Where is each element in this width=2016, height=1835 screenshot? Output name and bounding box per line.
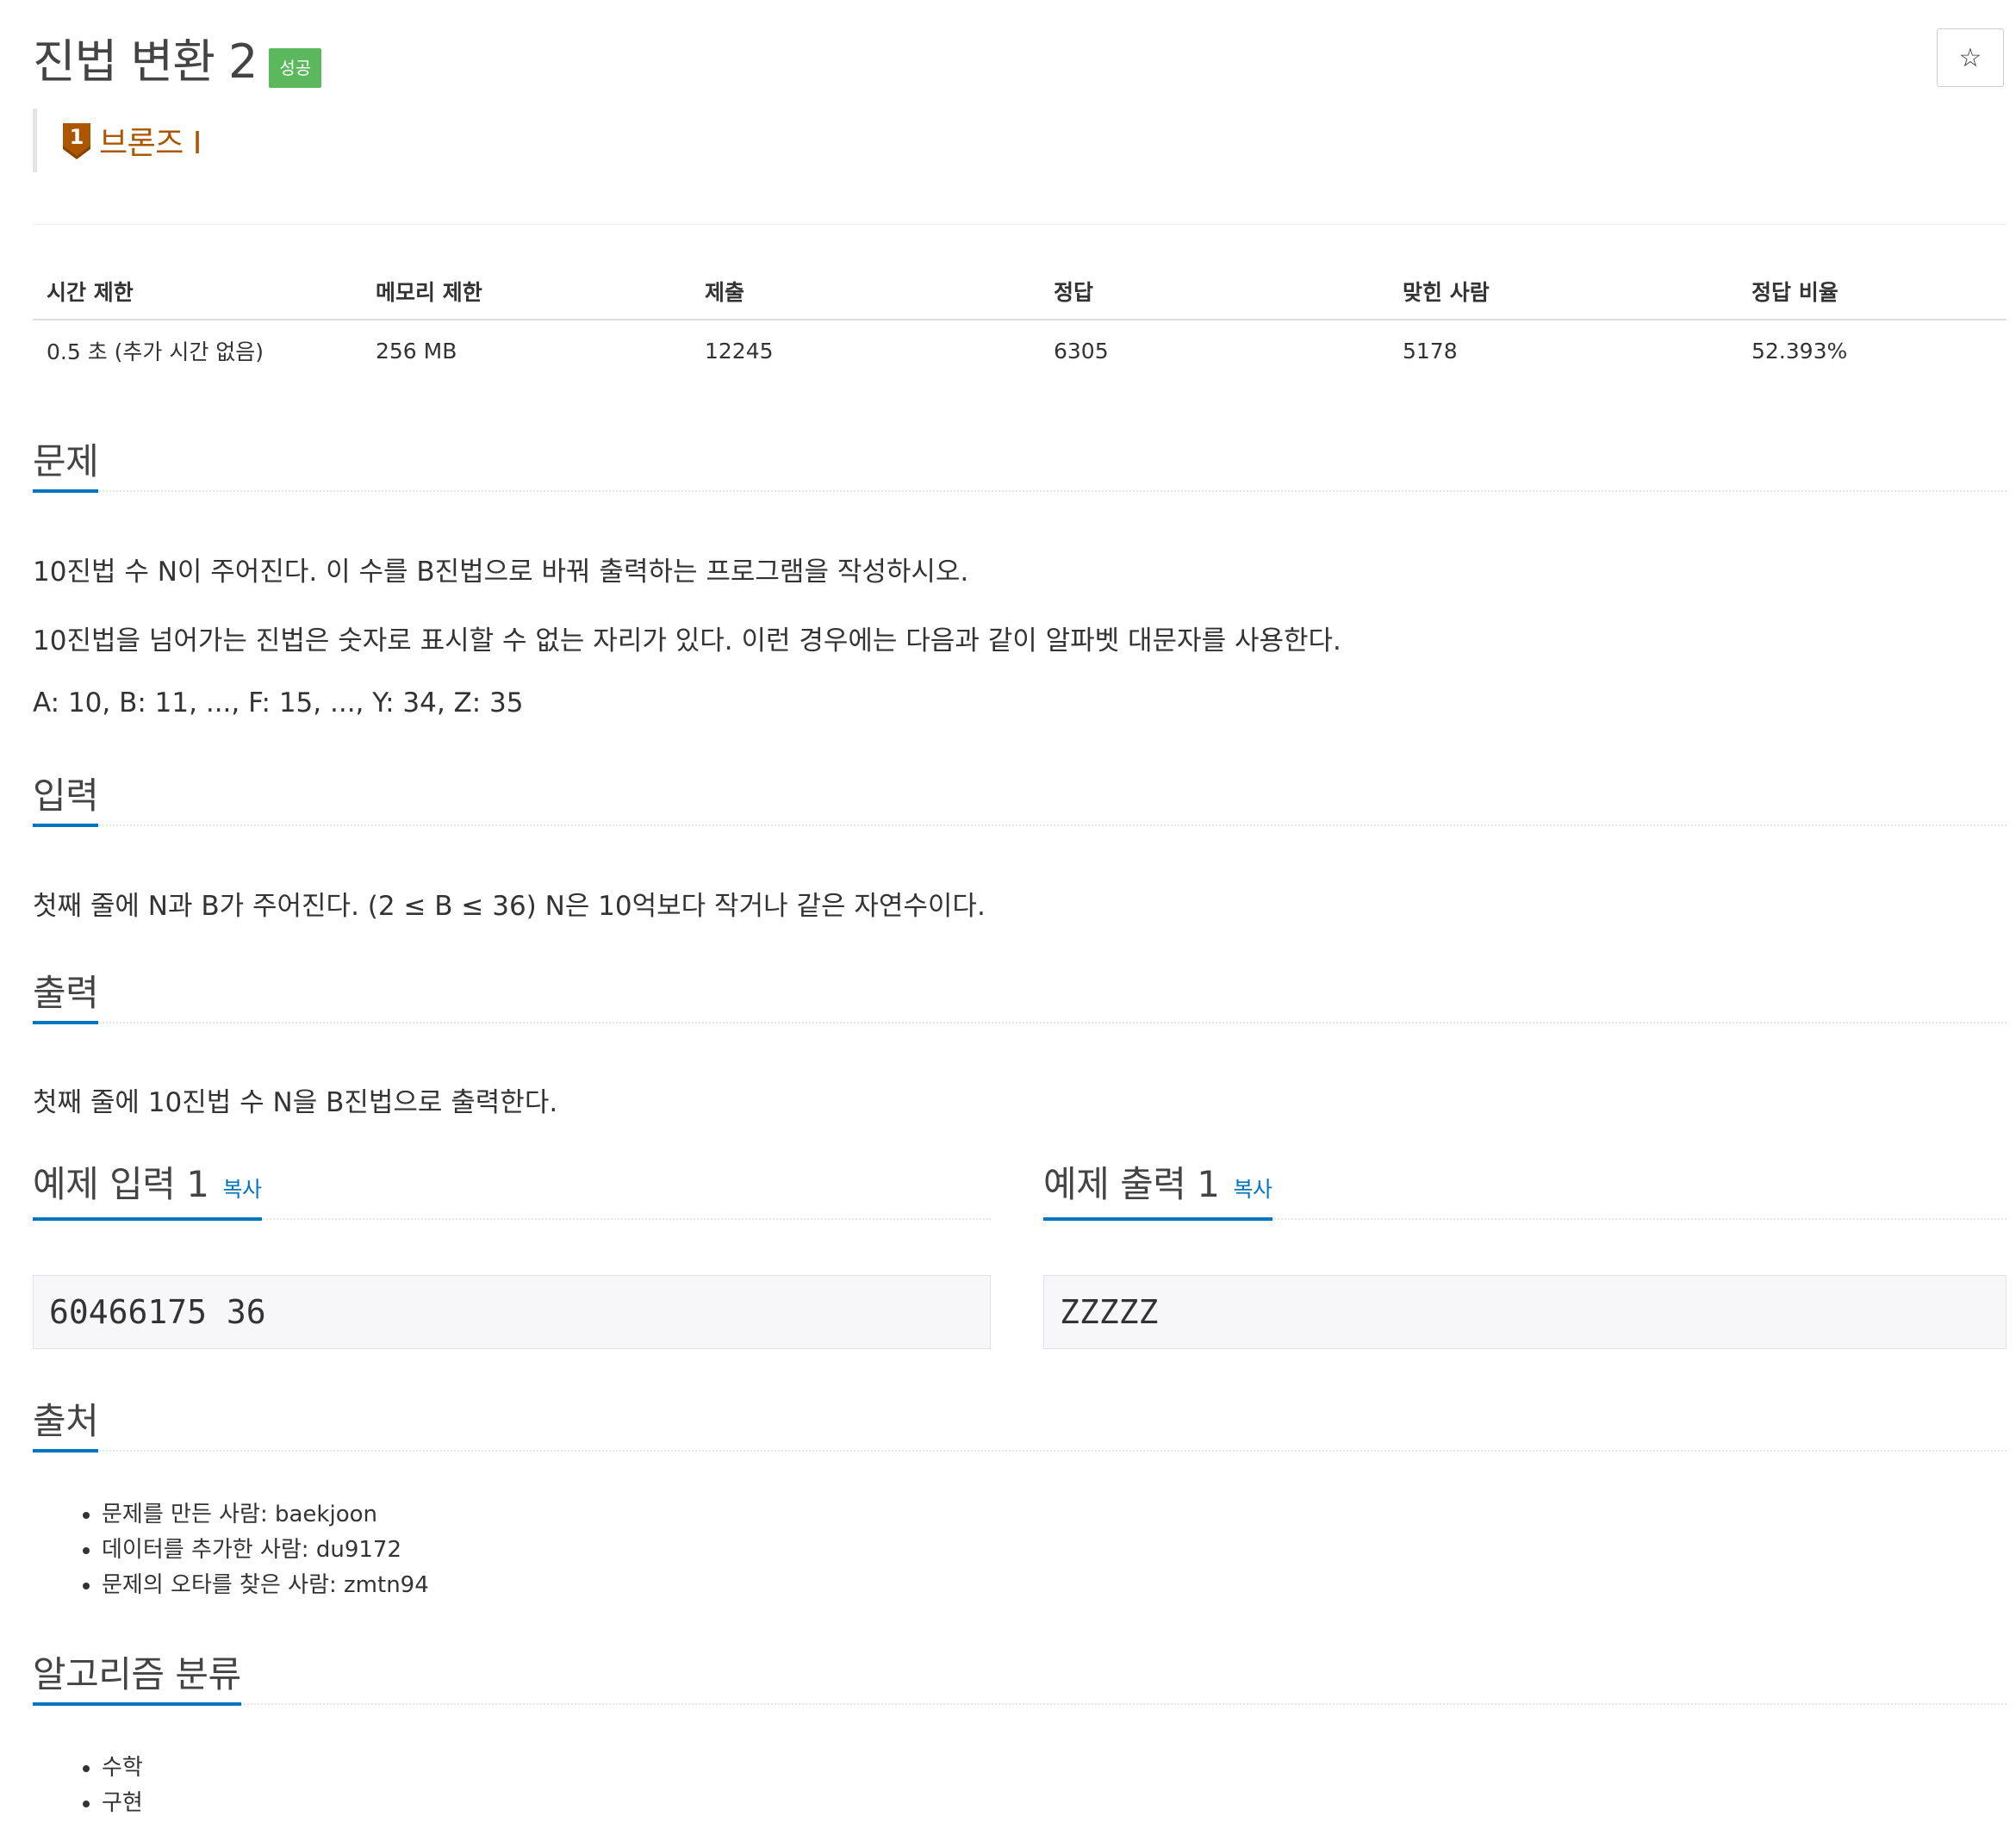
stats-header: 정답 비율: [1738, 264, 2007, 320]
list-item[interactable]: 문제의 오타를 찾은 사람: zmtn94: [102, 1568, 429, 1603]
source-section-header: 출처: [33, 1395, 2007, 1452]
output-text: 첫째 줄에 10진법 수 N을 B진법으로 출력한다.: [33, 1087, 558, 1118]
sample-output-title: 예제 출력 1: [1043, 1163, 1220, 1205]
stats-header: 제출: [691, 264, 1040, 320]
section-heading: 예제 출력 1 복사: [1043, 1159, 1272, 1221]
stats-header: 메모리 제한: [362, 264, 691, 320]
stats-value[interactable]: 12245: [691, 320, 1040, 381]
problem-section-header: 문제: [33, 435, 2007, 493]
stats-value-row: 0.5 초 (추가 시간 없음) 256 MB 12245 6305 5178 …: [33, 320, 2007, 381]
sample-output-header: 예제 출력 1 복사: [1043, 1163, 2007, 1221]
stats-value: 52.393%: [1752, 338, 1848, 364]
bronze-tier-icon: 1: [63, 123, 90, 159]
input-text: 첫째 줄에 N과 B가 주어진다. (2 ≤ B ≤ 36) N은 10억보다 …: [33, 891, 986, 922]
stats-header: 정답: [1040, 264, 1389, 320]
sample-input-title: 예제 입력 1: [33, 1163, 209, 1205]
stats-header-row: 시간 제한 메모리 제한 제출 정답 맞힌 사람 정답 비율: [33, 264, 2007, 320]
stats-value[interactable]: 5178: [1389, 320, 1738, 381]
tier-label[interactable]: 브론즈 I: [99, 118, 202, 163]
copy-input-link[interactable]: 복사: [222, 1177, 262, 1202]
section-heading: 문제: [33, 436, 99, 493]
list-item[interactable]: 데이터를 추가한 사람: du9172: [102, 1533, 429, 1568]
page-title: 진법 변환 2: [33, 34, 258, 89]
algorithm-section-header: 알고리즘 분류: [33, 1648, 2007, 1706]
section-heading: 출처: [33, 1396, 99, 1452]
section-heading: 출력: [33, 967, 99, 1024]
sample-output-box[interactable]: ZZZZZ: [1043, 1275, 2007, 1349]
status-badge: 성공: [269, 48, 322, 88]
list-item[interactable]: 문제를 만든 사람: baekjoon: [102, 1497, 429, 1533]
sample-input-header: 예제 입력 1 복사: [33, 1163, 991, 1221]
stats-value: 256 MB: [376, 338, 457, 364]
stats-value: 0.5 초 (추가 시간 없음): [47, 339, 264, 364]
title-row: 진법 변환 2 성공: [33, 31, 322, 93]
section-heading: 예제 입력 1 복사: [33, 1159, 262, 1221]
copy-output-link[interactable]: 복사: [1233, 1177, 1272, 1202]
source-list: 문제를 만든 사람: baekjoon 데이터를 추가한 사람: du9172 …: [33, 1497, 429, 1603]
problem-text: A: 10, B: 11, ..., F: 15, ..., Y: 34, Z:…: [33, 687, 524, 718]
problem-info-table: 시간 제한 메모리 제한 제출 정답 맞힌 사람 정답 비율 0.5 초 (추가…: [33, 264, 2007, 381]
tier-block: 1 브론즈 I: [33, 109, 202, 172]
star-icon: ☆: [1958, 42, 1982, 73]
star-button[interactable]: ☆: [1937, 28, 2004, 87]
input-section-header: 입력: [33, 769, 2007, 827]
stats-header: 시간 제한: [33, 264, 362, 320]
tier-number: 1: [70, 125, 84, 149]
section-heading: 알고리즘 분류: [33, 1649, 241, 1706]
section-heading: 입력: [33, 770, 99, 827]
list-item[interactable]: 수학: [102, 1751, 143, 1786]
output-section-header: 출력: [33, 967, 2007, 1024]
algorithm-list: 수학 구현: [33, 1751, 143, 1821]
sample-input-box[interactable]: 60466175 36: [33, 1275, 991, 1349]
divider: [33, 224, 2007, 225]
list-item[interactable]: 구현: [102, 1786, 143, 1821]
stats-value[interactable]: 6305: [1040, 320, 1389, 381]
problem-text: 10진법 수 N이 주어진다. 이 수를 B진법으로 바꿔 출력하는 프로그램을…: [33, 557, 969, 588]
stats-header: 맞힌 사람: [1389, 264, 1738, 320]
problem-text: 10진법을 넘어가는 진법은 숫자로 표시할 수 없는 자리가 있다. 이런 경…: [33, 625, 1341, 656]
